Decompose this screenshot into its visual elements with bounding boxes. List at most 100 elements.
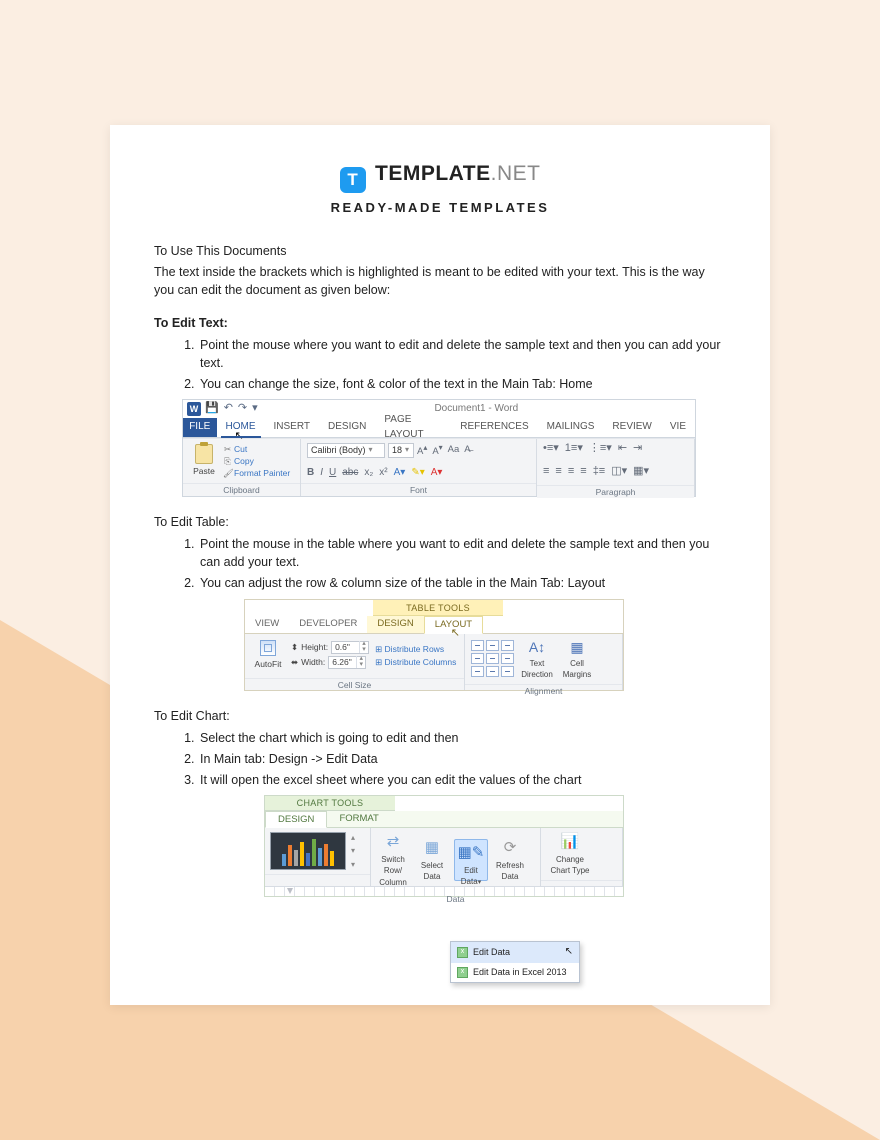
- align-right-button[interactable]: ≡: [568, 464, 574, 480]
- cell-margins-button[interactable]: ▦Cell Margins: [560, 637, 594, 681]
- superscript-button[interactable]: x²: [379, 466, 387, 481]
- decrease-indent-button[interactable]: ⇤: [618, 441, 627, 457]
- width-stepper[interactable]: 6.26"▴▾: [328, 656, 366, 669]
- subscript-button[interactable]: x₂: [364, 466, 373, 481]
- change-case-button[interactable]: Aa: [448, 443, 460, 457]
- menu-item-edit-data-excel[interactable]: xEdit Data in Excel 2013: [451, 963, 579, 982]
- format-painter-button[interactable]: 🖌Format Painter: [223, 467, 290, 479]
- change-chart-type-icon: 📊: [546, 831, 594, 853]
- clipboard-group-label: Clipboard: [183, 483, 300, 496]
- clear-formatting-button[interactable]: A̶: [464, 443, 470, 457]
- col-width-icon: ⬌: [291, 656, 298, 668]
- cut-icon: ✂: [223, 443, 232, 455]
- edit-data-button[interactable]: ▦✎Edit Data▾: [454, 839, 488, 881]
- style-more-icon[interactable]: ▾: [351, 859, 355, 871]
- edit-table-steps: Point the mouse in the table where you w…: [154, 535, 726, 592]
- tab-table-layout[interactable]: LAYOUT↖: [424, 616, 483, 634]
- justify-button[interactable]: ≡: [580, 464, 586, 480]
- paragraph-group-label: Paragraph: [537, 485, 694, 498]
- tab-design[interactable]: DESIGN: [319, 418, 375, 437]
- align-left-button[interactable]: ≡: [543, 464, 549, 480]
- shading-button[interactable]: ◫▾: [611, 464, 627, 480]
- underline-button[interactable]: U: [329, 466, 336, 481]
- alignment-group-label: Alignment: [465, 684, 622, 696]
- cursor-icon: ↖: [565, 945, 573, 960]
- change-chart-type-button[interactable]: 📊Change Chart Type: [546, 831, 594, 877]
- distribute-cols-label: Distribute Columns: [385, 657, 457, 667]
- switch-row-col-button[interactable]: ⇄Switch Row/ Column: [376, 831, 410, 889]
- alignment-grid[interactable]: [471, 640, 514, 677]
- list-item: Select the chart which is going to edit …: [198, 729, 726, 747]
- italic-button[interactable]: I: [320, 466, 323, 481]
- document-page: T TEMPLATE.NET READY-MADE TEMPLATES To U…: [110, 125, 770, 1005]
- copy-button[interactable]: ⎘Copy: [223, 455, 290, 467]
- table-tabs: VIEW DEVELOPER DESIGN LAYOUT↖: [245, 616, 623, 634]
- borders-button[interactable]: ▦▾: [633, 464, 649, 480]
- distribute-rows-button[interactable]: ⊞ Distribute Rows: [375, 643, 456, 656]
- stepper-arrows-icon[interactable]: ▴▾: [359, 641, 368, 653]
- style-prev-icon[interactable]: ▴: [351, 832, 355, 844]
- table-ribbon: TABLE TOOLS VIEW DEVELOPER DESIGN LAYOUT…: [244, 599, 624, 691]
- distribute-rows-label: Distribute Rows: [385, 644, 445, 654]
- tab-references[interactable]: REFERENCES: [451, 418, 537, 437]
- font-color-button[interactable]: A▾: [431, 466, 443, 481]
- tab-table-design[interactable]: DESIGN: [367, 616, 423, 633]
- format-painter-icon: 🖌: [223, 467, 232, 479]
- strike-button[interactable]: abc: [342, 466, 358, 481]
- text-direction-label: Text Direction: [521, 659, 553, 680]
- tab-view[interactable]: VIEW: [245, 616, 289, 633]
- font-size-dropdown[interactable]: 18▾: [388, 443, 414, 458]
- select-data-button[interactable]: ▦Select Data: [415, 837, 449, 883]
- logo-badge: T: [340, 167, 366, 193]
- shrink-font-button[interactable]: A▾: [432, 442, 442, 459]
- undo-icon[interactable]: ↶: [224, 401, 233, 417]
- stepper-arrows-icon[interactable]: ▴▾: [356, 656, 365, 668]
- word-tabs: FILE HOME↖ INSERT DESIGN PAGE LAYOUT REF…: [183, 418, 695, 438]
- align-center-button[interactable]: ≡: [555, 464, 561, 480]
- list-item: Point the mouse where you want to edit a…: [198, 336, 726, 372]
- word-ribbon-screenshot: W 💾 ↶ ↷ ▾ Document1 - Word FILE HOME↖ IN…: [182, 399, 726, 497]
- line-spacing-button[interactable]: ‡≡: [593, 464, 606, 480]
- bold-button[interactable]: B: [307, 466, 314, 481]
- tab-page-layout[interactable]: PAGE LAYOUT: [375, 418, 451, 437]
- tab-home[interactable]: HOME↖: [217, 418, 265, 437]
- chart-ribbon-body: ▴ ▾ ▾ ⇄Switch Row/ Column ▦Select Data ▦…: [265, 828, 623, 886]
- tab-mailings[interactable]: MAILINGS: [538, 418, 604, 437]
- multilevel-button[interactable]: ⋮≡▾: [589, 441, 612, 457]
- text-effects-button[interactable]: A▾: [394, 466, 406, 481]
- tab-chart-format[interactable]: FORMAT: [327, 811, 390, 827]
- font-family-dropdown[interactable]: Calibri (Body)▾: [307, 443, 385, 458]
- tab-developer[interactable]: DEVELOPER: [289, 616, 367, 633]
- tab-insert[interactable]: INSERT: [265, 418, 320, 437]
- numbering-button[interactable]: 1≡▾: [565, 441, 583, 457]
- bullets-button[interactable]: •≡▾: [543, 441, 559, 457]
- edit-data-label: Edit Data: [461, 866, 478, 887]
- menu-item-edit-data[interactable]: xEdit Data↖: [451, 942, 579, 963]
- paste-icon: [195, 444, 213, 464]
- text-direction-button[interactable]: A↕Text Direction: [520, 637, 554, 681]
- refresh-data-button[interactable]: ⟳Refresh Data: [493, 837, 527, 883]
- style-next-icon[interactable]: ▾: [351, 845, 355, 857]
- increase-indent-button[interactable]: ⇥: [633, 441, 642, 457]
- tab-chart-design[interactable]: DESIGN: [265, 811, 327, 828]
- autofit-button[interactable]: AutoFit: [251, 640, 285, 670]
- paste-button[interactable]: Paste: [189, 444, 219, 477]
- grow-font-button[interactable]: A▴: [417, 442, 427, 459]
- chart-ribbon: CHART TOOLS DESIGN FORMAT: [264, 795, 624, 897]
- tab-file[interactable]: FILE: [183, 418, 217, 437]
- cursor-icon: ↖: [235, 429, 244, 445]
- cut-button[interactable]: ✂Cut: [223, 443, 290, 455]
- edit-chart-steps: Select the chart which is going to edit …: [154, 729, 726, 789]
- intro-heading: To Use This Documents: [154, 242, 726, 260]
- select-data-label: Select Data: [421, 861, 443, 882]
- distribute-cols-button[interactable]: ⊞ Distribute Columns: [375, 656, 456, 669]
- tab-view[interactable]: VIE: [661, 418, 695, 437]
- edit-data-icon: ▦✎: [455, 842, 487, 864]
- save-icon[interactable]: 💾: [205, 401, 219, 417]
- height-stepper[interactable]: 0.6"▴▾: [331, 641, 369, 654]
- list-item: It will open the excel sheet where you c…: [198, 771, 726, 789]
- highlight-button[interactable]: ✎▾: [411, 466, 424, 481]
- redo-icon[interactable]: ↷: [238, 401, 247, 417]
- chart-style-thumb[interactable]: [270, 832, 346, 870]
- tab-review[interactable]: REVIEW: [603, 418, 660, 437]
